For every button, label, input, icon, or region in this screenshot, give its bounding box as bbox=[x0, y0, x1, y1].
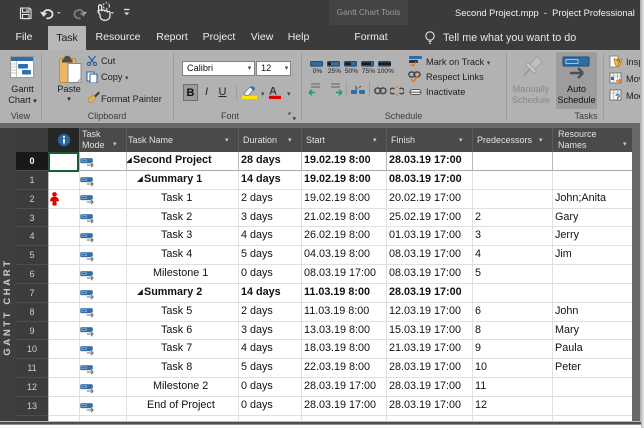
svg-text:A: A bbox=[269, 86, 277, 98]
svg-text:▾: ▾ bbox=[261, 91, 265, 98]
svg-text:?: ? bbox=[616, 59, 621, 68]
svg-text:?: ? bbox=[615, 93, 621, 103]
svg-text:▾: ▾ bbox=[287, 91, 291, 98]
